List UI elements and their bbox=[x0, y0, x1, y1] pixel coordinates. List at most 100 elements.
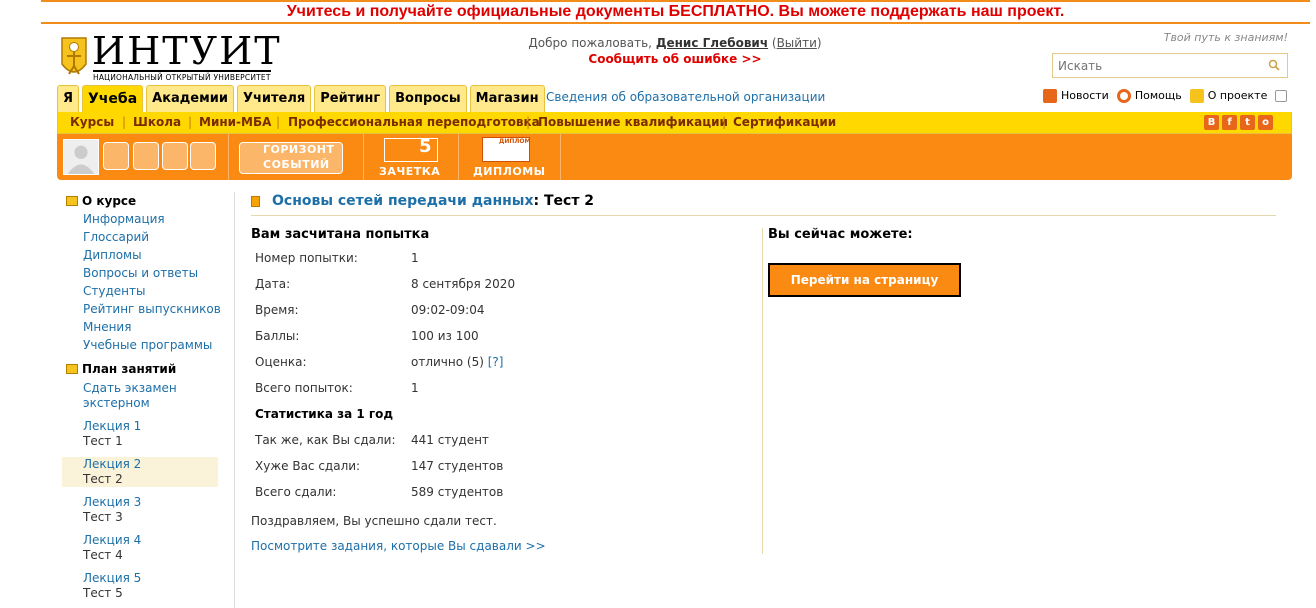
grade-help-link[interactable]: [?] bbox=[488, 355, 504, 369]
welcome-text: Добро пожаловать, Денис Глебович (Выйти) bbox=[528, 36, 822, 50]
vk-icon[interactable]: В bbox=[1204, 115, 1219, 130]
help-link[interactable]: Помощь bbox=[1116, 89, 1182, 103]
lecture-5-link[interactable]: Лекция 5 bbox=[83, 571, 141, 585]
result-row: Оценка: отлично (5) [?] bbox=[255, 355, 504, 369]
stats-row: Всего сдали: 589 студентов bbox=[255, 485, 504, 499]
search-box bbox=[1052, 53, 1288, 78]
test-4-label: Тест 4 bbox=[83, 548, 123, 562]
folder-icon bbox=[66, 196, 78, 206]
org-info-link[interactable]: Сведения об образовательной организации bbox=[546, 90, 825, 104]
result-row: Дата: 8 сентября 2020 bbox=[255, 277, 516, 291]
zachetka-link[interactable]: 5 ЗАЧЕТКА bbox=[364, 134, 459, 180]
news-link[interactable]: Новости bbox=[1043, 89, 1109, 103]
test-title: : Тест 2 bbox=[533, 193, 595, 209]
result-divider bbox=[762, 228, 763, 554]
tab-ya[interactable]: Я bbox=[57, 85, 80, 112]
promo-banner: Учитесь и получайте официальные документ… bbox=[41, 0, 1310, 24]
test-2-label: Тест 2 bbox=[83, 472, 123, 486]
twitter-icon[interactable]: t bbox=[1240, 115, 1255, 130]
stats-row: Хуже Вас сдали: 147 студентов bbox=[255, 459, 504, 473]
about-course-heading: О курсе bbox=[62, 192, 222, 210]
tab-ucheba[interactable]: Учеба bbox=[82, 85, 144, 112]
sidebar-item-rating[interactable]: Рейтинг выпускников bbox=[83, 300, 222, 318]
tab-reyting[interactable]: Рейтинг bbox=[314, 85, 387, 112]
subnav-certification[interactable]: Сертификации bbox=[733, 115, 836, 129]
actions-heading: Вы сейчас можете: bbox=[768, 227, 913, 242]
see-tasks-link[interactable]: Посмотрите задания, которые Вы сдавали >… bbox=[251, 539, 546, 553]
congrats-text: Поздравляем, Вы успешно сдали тест. bbox=[251, 514, 497, 528]
bell-icon[interactable] bbox=[190, 142, 216, 170]
sidebar-item-programs[interactable]: Учебные программы bbox=[83, 336, 222, 354]
logo-emblem-icon bbox=[61, 37, 87, 75]
lecture-4-link[interactable]: Лекция 4 bbox=[83, 533, 141, 547]
subnav-qualification[interactable]: Повышение квалификации bbox=[538, 115, 728, 129]
sidebar-item-diplomas[interactable]: Дипломы bbox=[83, 246, 222, 264]
tab-magazin[interactable]: Магазин bbox=[469, 85, 545, 112]
subnav-shkola[interactable]: Школа bbox=[133, 115, 181, 129]
lifebuoy-icon bbox=[1116, 89, 1131, 103]
user-name-link[interactable]: Денис Глебович bbox=[656, 36, 768, 50]
subnav-separator: | bbox=[188, 115, 193, 129]
sidebar-item-students[interactable]: Студенты bbox=[83, 282, 222, 300]
mail-icon[interactable] bbox=[133, 142, 159, 170]
result-row: Время: 09:02-09:04 bbox=[255, 303, 485, 317]
subnav-kursy[interactable]: Курсы bbox=[70, 115, 114, 129]
result-row: Всего попыток: 1 bbox=[255, 381, 419, 395]
friends-icon[interactable] bbox=[162, 142, 188, 170]
logo-subtitle: НАЦИОНАЛЬНЫЙ ОТКРЫТЫЙ УНИВЕРСИТЕТ bbox=[93, 70, 271, 82]
lesson-item-4: Лекция 4 Тест 4 bbox=[83, 533, 222, 563]
rss-icon bbox=[1043, 89, 1057, 103]
intuit-logo[interactable]: ИНТУИТ НАЦИОНАЛЬНЫЙ ОТКРЫТЫЙ УНИВЕРСИТЕТ bbox=[58, 29, 282, 82]
about-link[interactable]: О проекте bbox=[1189, 89, 1267, 103]
external-exam-link[interactable]: Сдать экзамен экстерном bbox=[83, 381, 222, 411]
subnav-retraining[interactable]: Профессиональная переподготовка bbox=[288, 115, 540, 129]
horizon-events-link[interactable]: ГОРИЗОНТ СОБЫТИЙ bbox=[229, 134, 364, 180]
lecture-1-link[interactable]: Лекция 1 bbox=[83, 419, 141, 433]
lecture-3-link[interactable]: Лекция 3 bbox=[83, 495, 141, 509]
lesson-item-5: Лекция 5 Тест 5 bbox=[83, 571, 222, 601]
report-error-link[interactable]: Сообщить об ошибке >> bbox=[470, 52, 880, 66]
logout-link[interactable]: Выйти bbox=[777, 36, 817, 50]
tab-akademii[interactable]: Академии bbox=[146, 85, 234, 112]
slogan: Твой путь к знаниям! bbox=[1163, 31, 1288, 44]
page-title: Основы сетей передачи данных: Тест 2 bbox=[251, 193, 594, 209]
stats-row: Так же, как Вы сдали: 441 студент bbox=[255, 433, 489, 447]
course-title-link[interactable]: Основы сетей передачи данных bbox=[272, 193, 534, 209]
subnav-separator: | bbox=[122, 115, 127, 129]
tab-uchitelya[interactable]: Учителя bbox=[236, 85, 312, 112]
diploma-icon-label: ДИПЛОМ bbox=[499, 138, 531, 145]
diplomas-link[interactable]: ДИПЛОМ ДИПЛОМЫ bbox=[459, 134, 561, 180]
social-links: В f t о bbox=[1204, 115, 1273, 130]
user-tools bbox=[57, 134, 229, 180]
sidebar-item-qa[interactable]: Вопросы и ответы bbox=[83, 264, 222, 282]
test-1-label: Тест 1 bbox=[83, 434, 123, 448]
lesson-item-1: Лекция 1 Тест 1 bbox=[83, 419, 222, 449]
avatar[interactable] bbox=[63, 139, 99, 175]
go-to-course-button[interactable]: Перейти на страницу курса bbox=[768, 263, 961, 317]
search-icon[interactable] bbox=[1268, 59, 1280, 71]
test-3-label: Тест 3 bbox=[83, 510, 123, 524]
logo-wordmark: ИНТУИТ bbox=[92, 29, 282, 73]
facebook-icon[interactable]: f bbox=[1222, 115, 1237, 130]
result-row: Баллы: 100 из 100 bbox=[255, 329, 479, 343]
title-bullet-icon bbox=[251, 195, 260, 207]
subnav-separator: | bbox=[722, 115, 727, 129]
odnoklassniki-icon[interactable]: о bbox=[1258, 115, 1273, 130]
subnav-mini-mba[interactable]: Мини-МБА bbox=[199, 115, 271, 129]
sidebar-item-glossary[interactable]: Глоссарий bbox=[83, 228, 222, 246]
search-input[interactable] bbox=[1053, 54, 1253, 77]
alarm-clock-icon[interactable] bbox=[103, 142, 129, 170]
title-divider bbox=[251, 215, 1276, 216]
tab-voprosy[interactable]: Вопросы bbox=[389, 85, 467, 112]
folder-icon bbox=[66, 364, 78, 374]
sitemap-icon[interactable] bbox=[1275, 90, 1288, 102]
lesson-item-3: Лекция 3 Тест 3 bbox=[83, 495, 222, 525]
main-tabs: Я Учеба Академии Учителя Рейтинг Вопросы… bbox=[57, 85, 545, 112]
sidebar-item-info[interactable]: Информация bbox=[83, 210, 222, 228]
column-divider bbox=[234, 192, 235, 608]
sidebar-item-opinions[interactable]: Мнения bbox=[83, 318, 222, 336]
attempt-heading: Вам засчитана попытка bbox=[251, 227, 430, 242]
stats-heading: Статистика за 1 год bbox=[255, 407, 394, 421]
lecture-2-link[interactable]: Лекция 2 bbox=[83, 457, 141, 471]
personal-bar: ГОРИЗОНТ СОБЫТИЙ 5 ЗАЧЕТКА ДИПЛОМ ДИПЛОМ… bbox=[57, 134, 1292, 180]
